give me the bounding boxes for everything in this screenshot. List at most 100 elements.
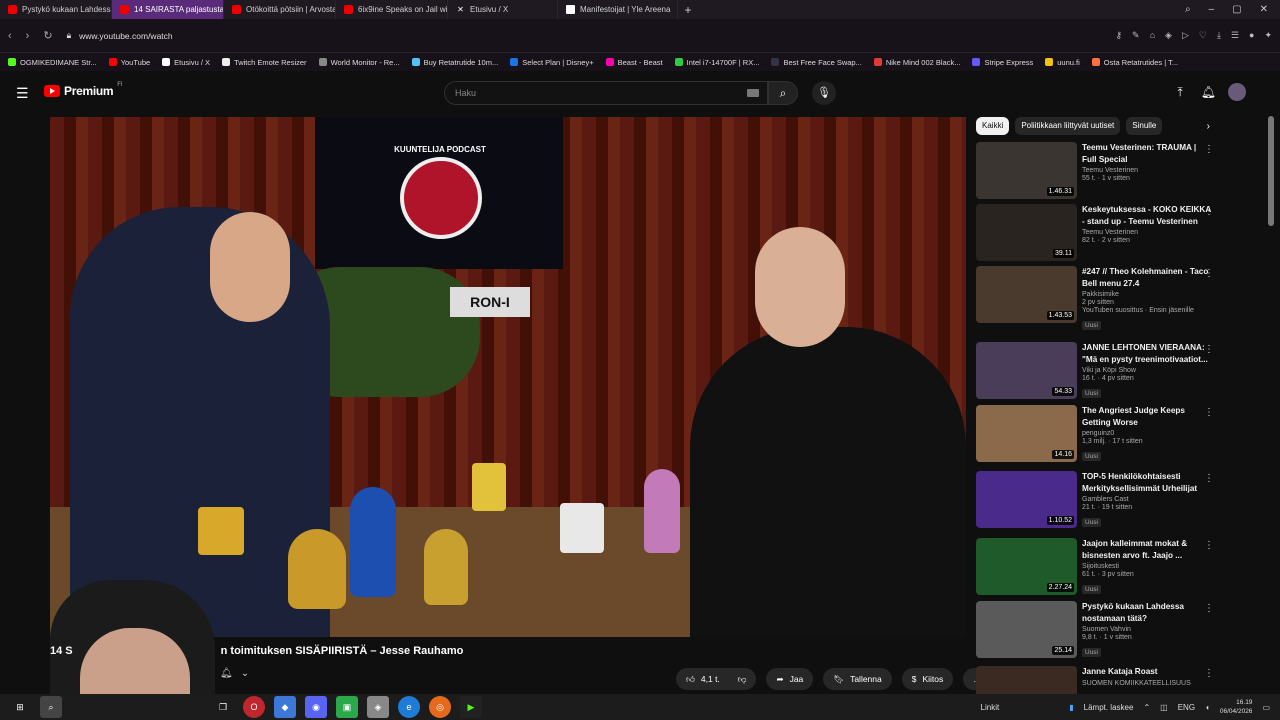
bookmark[interactable]: Buy Retatrutide 10m... — [411, 58, 498, 67]
more-options-icon[interactable]: ⋮ — [1204, 206, 1214, 217]
chip-politics[interactable]: Poliitikkaan liittyvät uutiset — [1015, 117, 1121, 135]
list-icon[interactable]: ☰ — [1231, 30, 1239, 41]
video-thumbnail[interactable]: 1.46.31 — [976, 142, 1077, 199]
recommendation-channel[interactable]: Suomen Vahvin — [1082, 626, 1212, 633]
recommendation-channel[interactable]: penguinz0 — [1082, 430, 1212, 437]
heart-icon[interactable]: ♡ — [1199, 30, 1207, 41]
firefox-icon[interactable]: ◎ — [429, 696, 451, 718]
recommendation-channel[interactable]: Teemu Vesterinen — [1082, 167, 1212, 174]
notification-center-icon[interactable]: ▭ — [1262, 703, 1270, 712]
search-input[interactable]: Haku — [444, 81, 768, 105]
bookmark[interactable]: World Monitor - Re... — [318, 58, 400, 67]
hamburger-menu-icon[interactable]: ☰ — [16, 85, 29, 102]
recommendation-channel[interactable]: Teemu Vesterinen — [1082, 229, 1212, 236]
download-icon[interactable]: ⤓ — [1217, 30, 1221, 41]
bookmark[interactable]: Twitch Emote Resizer — [222, 58, 307, 67]
more-options-icon[interactable]: ⋮ — [1204, 473, 1214, 484]
shield-icon[interactable]: ◈ — [1165, 30, 1172, 41]
edge-icon[interactable]: e — [398, 696, 420, 718]
video-thumbnail[interactable]: 14.16 — [976, 405, 1077, 462]
video-thumbnail[interactable] — [976, 666, 1077, 694]
recommendation-channel[interactable]: Gamblers Cast — [1082, 496, 1212, 503]
recommendation-channel[interactable]: Viki ja Köpi Show — [1082, 367, 1212, 374]
recommendation-title[interactable]: #247 // Theo Kolehmainen - Taco Bell men… — [1082, 266, 1212, 289]
language-indicator[interactable]: ENG — [1178, 703, 1195, 712]
video-player[interactable]: KUUNTELIJA PODCAST RON-I — [50, 117, 966, 637]
edit-icon[interactable]: ✎ — [1132, 30, 1140, 41]
more-options-icon[interactable]: ⋮ — [1204, 407, 1214, 418]
browser-tab-active[interactable]: 14 SAIRASTA paljastusta — [112, 0, 224, 19]
recommendation-title[interactable]: Jaajon kalleimmat mokat & bisnesten arvo… — [1082, 538, 1212, 561]
bookmark[interactable]: Stripe Express — [972, 58, 1033, 67]
save-button[interactable]: 🔖︎ Tallenna — [823, 668, 892, 690]
url-field[interactable]: 🔒︎ www.youtube.com/watch — [67, 30, 967, 41]
task-view-icon[interactable]: ❐ — [212, 696, 234, 718]
recommendation-item[interactable]: 25.14 Pystykö kukaan Lahdessa nostamaan … — [976, 601, 1232, 661]
bookmark[interactable]: uunu.fi — [1045, 58, 1080, 67]
network-icon[interactable]: ◫ — [1160, 703, 1168, 712]
chevron-up-icon[interactable]: ⌃ — [1143, 703, 1150, 712]
thanks-button[interactable]: $ Kiitos — [901, 668, 954, 690]
chevron-down-icon[interactable]: ⌄ — [241, 668, 249, 679]
chip-all[interactable]: Kaikki — [976, 117, 1010, 135]
recommendation-item[interactable]: 1.46.31 Teemu Vesterinen: TRAUMA | Full … — [976, 142, 1232, 202]
back-icon[interactable]: ‹ — [8, 30, 12, 42]
links-toolbar[interactable]: Linkit — [981, 703, 1000, 712]
video-thumbnail[interactable]: 25.14 — [976, 601, 1077, 658]
avatar[interactable] — [1228, 83, 1246, 101]
video-thumbnail[interactable]: 39.11 — [976, 204, 1077, 261]
recommendation-title[interactable]: TOP-5 Henkilökohtaisesti Merkityksellisi… — [1082, 471, 1212, 494]
home-icon[interactable]: ⌂ — [1150, 30, 1155, 41]
recommendation-title[interactable]: Keskeytuksessa - KOKO KEIKKA - stand up … — [1082, 204, 1212, 227]
recommendation-channel[interactable]: Pakkisimike — [1082, 291, 1212, 298]
youtube-logo[interactable]: Premium FI — [44, 82, 123, 98]
more-options-icon[interactable]: ⋮ — [1204, 344, 1214, 355]
browser-tab[interactable]: 6ix9ine Speaks on Jail with — [336, 0, 448, 19]
recommendation-item[interactable]: 1.10.52 TOP-5 Henkilökohtaisesti Merkity… — [976, 471, 1232, 531]
recommendation-item[interactable]: Janne Kataja Roast SUOMEN KOMIIKKATEELLI… — [976, 666, 1232, 694]
bookmark[interactable]: Intel i7-14700F | RX... — [674, 58, 759, 67]
opera-icon[interactable]: O — [243, 696, 265, 718]
profile-icon[interactable]: ● — [1249, 30, 1254, 41]
scrollbar[interactable] — [1268, 116, 1274, 226]
close-window-icon[interactable]: ✕ — [1260, 4, 1268, 15]
browser-tab[interactable]: Otökoittä pötsiin | Arvosta — [224, 0, 336, 19]
kick-icon[interactable]: ▶ — [460, 696, 482, 718]
play-icon[interactable]: ▷ — [1182, 30, 1189, 41]
thumbs-down-icon[interactable]: 👎︎ — [738, 674, 747, 685]
browser-tab[interactable]: Manifestoijat | Yle Areena — [558, 0, 678, 19]
recommendation-item[interactable]: 1.43.53 #247 // Theo Kolehmainen - Taco … — [976, 266, 1232, 330]
volume-icon[interactable]: ◖ — [1205, 703, 1210, 712]
discord-icon[interactable]: ◉ — [305, 696, 327, 718]
chevron-right-icon[interactable]: › — [1207, 121, 1232, 132]
bookmark[interactable]: YouTube — [108, 58, 150, 67]
video-thumbnail[interactable]: 54.33 — [976, 342, 1077, 399]
recommendation-title[interactable]: JANNE LEHTONEN VIERAANA: "Mä en pysty tr… — [1082, 342, 1212, 365]
bookmark[interactable]: Etusivu / X — [162, 58, 210, 67]
bookmark[interactable]: Select Plan | Disney+ — [510, 58, 594, 67]
weather-text[interactable]: Lämpt. laskee — [1084, 703, 1134, 712]
shield-app-icon[interactable]: ◈ — [367, 696, 389, 718]
app-icon[interactable]: ▣ — [336, 696, 358, 718]
video-thumbnail[interactable]: 1.43.53 — [976, 266, 1077, 323]
bell-subscribe-icon[interactable]: 🔔︎ — [220, 668, 233, 679]
bookmark[interactable]: Best Free Face Swap... — [771, 58, 862, 67]
upload-icon[interactable]: ⤒ — [1177, 85, 1182, 100]
browser-tab[interactable]: ✕ Etusivu / X — [448, 0, 558, 19]
ai-icon[interactable]: ✦ — [1264, 30, 1272, 41]
browser-tab[interactable]: Pystykö kukaan Lahdessa — [0, 0, 112, 19]
app-icon[interactable]: ◆ — [274, 696, 296, 718]
key-icon[interactable]: ⚷ — [1115, 30, 1122, 41]
search-button[interactable]: ⌕ — [768, 81, 798, 105]
video-thumbnail[interactable]: 1.10.52 — [976, 471, 1077, 528]
chip-for-you[interactable]: Sinulle — [1126, 117, 1163, 135]
like-button[interactable]: 👍︎ 4,1 t. 👎︎ — [676, 668, 757, 690]
recommendation-item[interactable]: 2.27.24 Jaajon kalleimmat mokat & bisnes… — [976, 538, 1232, 598]
recommendation-channel[interactable]: SUOMEN KOMIIKKATEELLISUUS — [1082, 680, 1212, 687]
recommendation-title[interactable]: Janne Kataja Roast — [1082, 666, 1212, 678]
recommendation-item[interactable]: 39.11 Keskeytuksessa - KOKO KEIKKA - sta… — [976, 204, 1232, 264]
bookmark[interactable]: Beast - Beast — [605, 58, 663, 67]
search-tabs-icon[interactable]: ⌕ — [1185, 4, 1191, 15]
more-options-icon[interactable]: ⋮ — [1204, 540, 1214, 551]
bookmark[interactable]: Osta Retatrutides | T... — [1091, 58, 1178, 67]
